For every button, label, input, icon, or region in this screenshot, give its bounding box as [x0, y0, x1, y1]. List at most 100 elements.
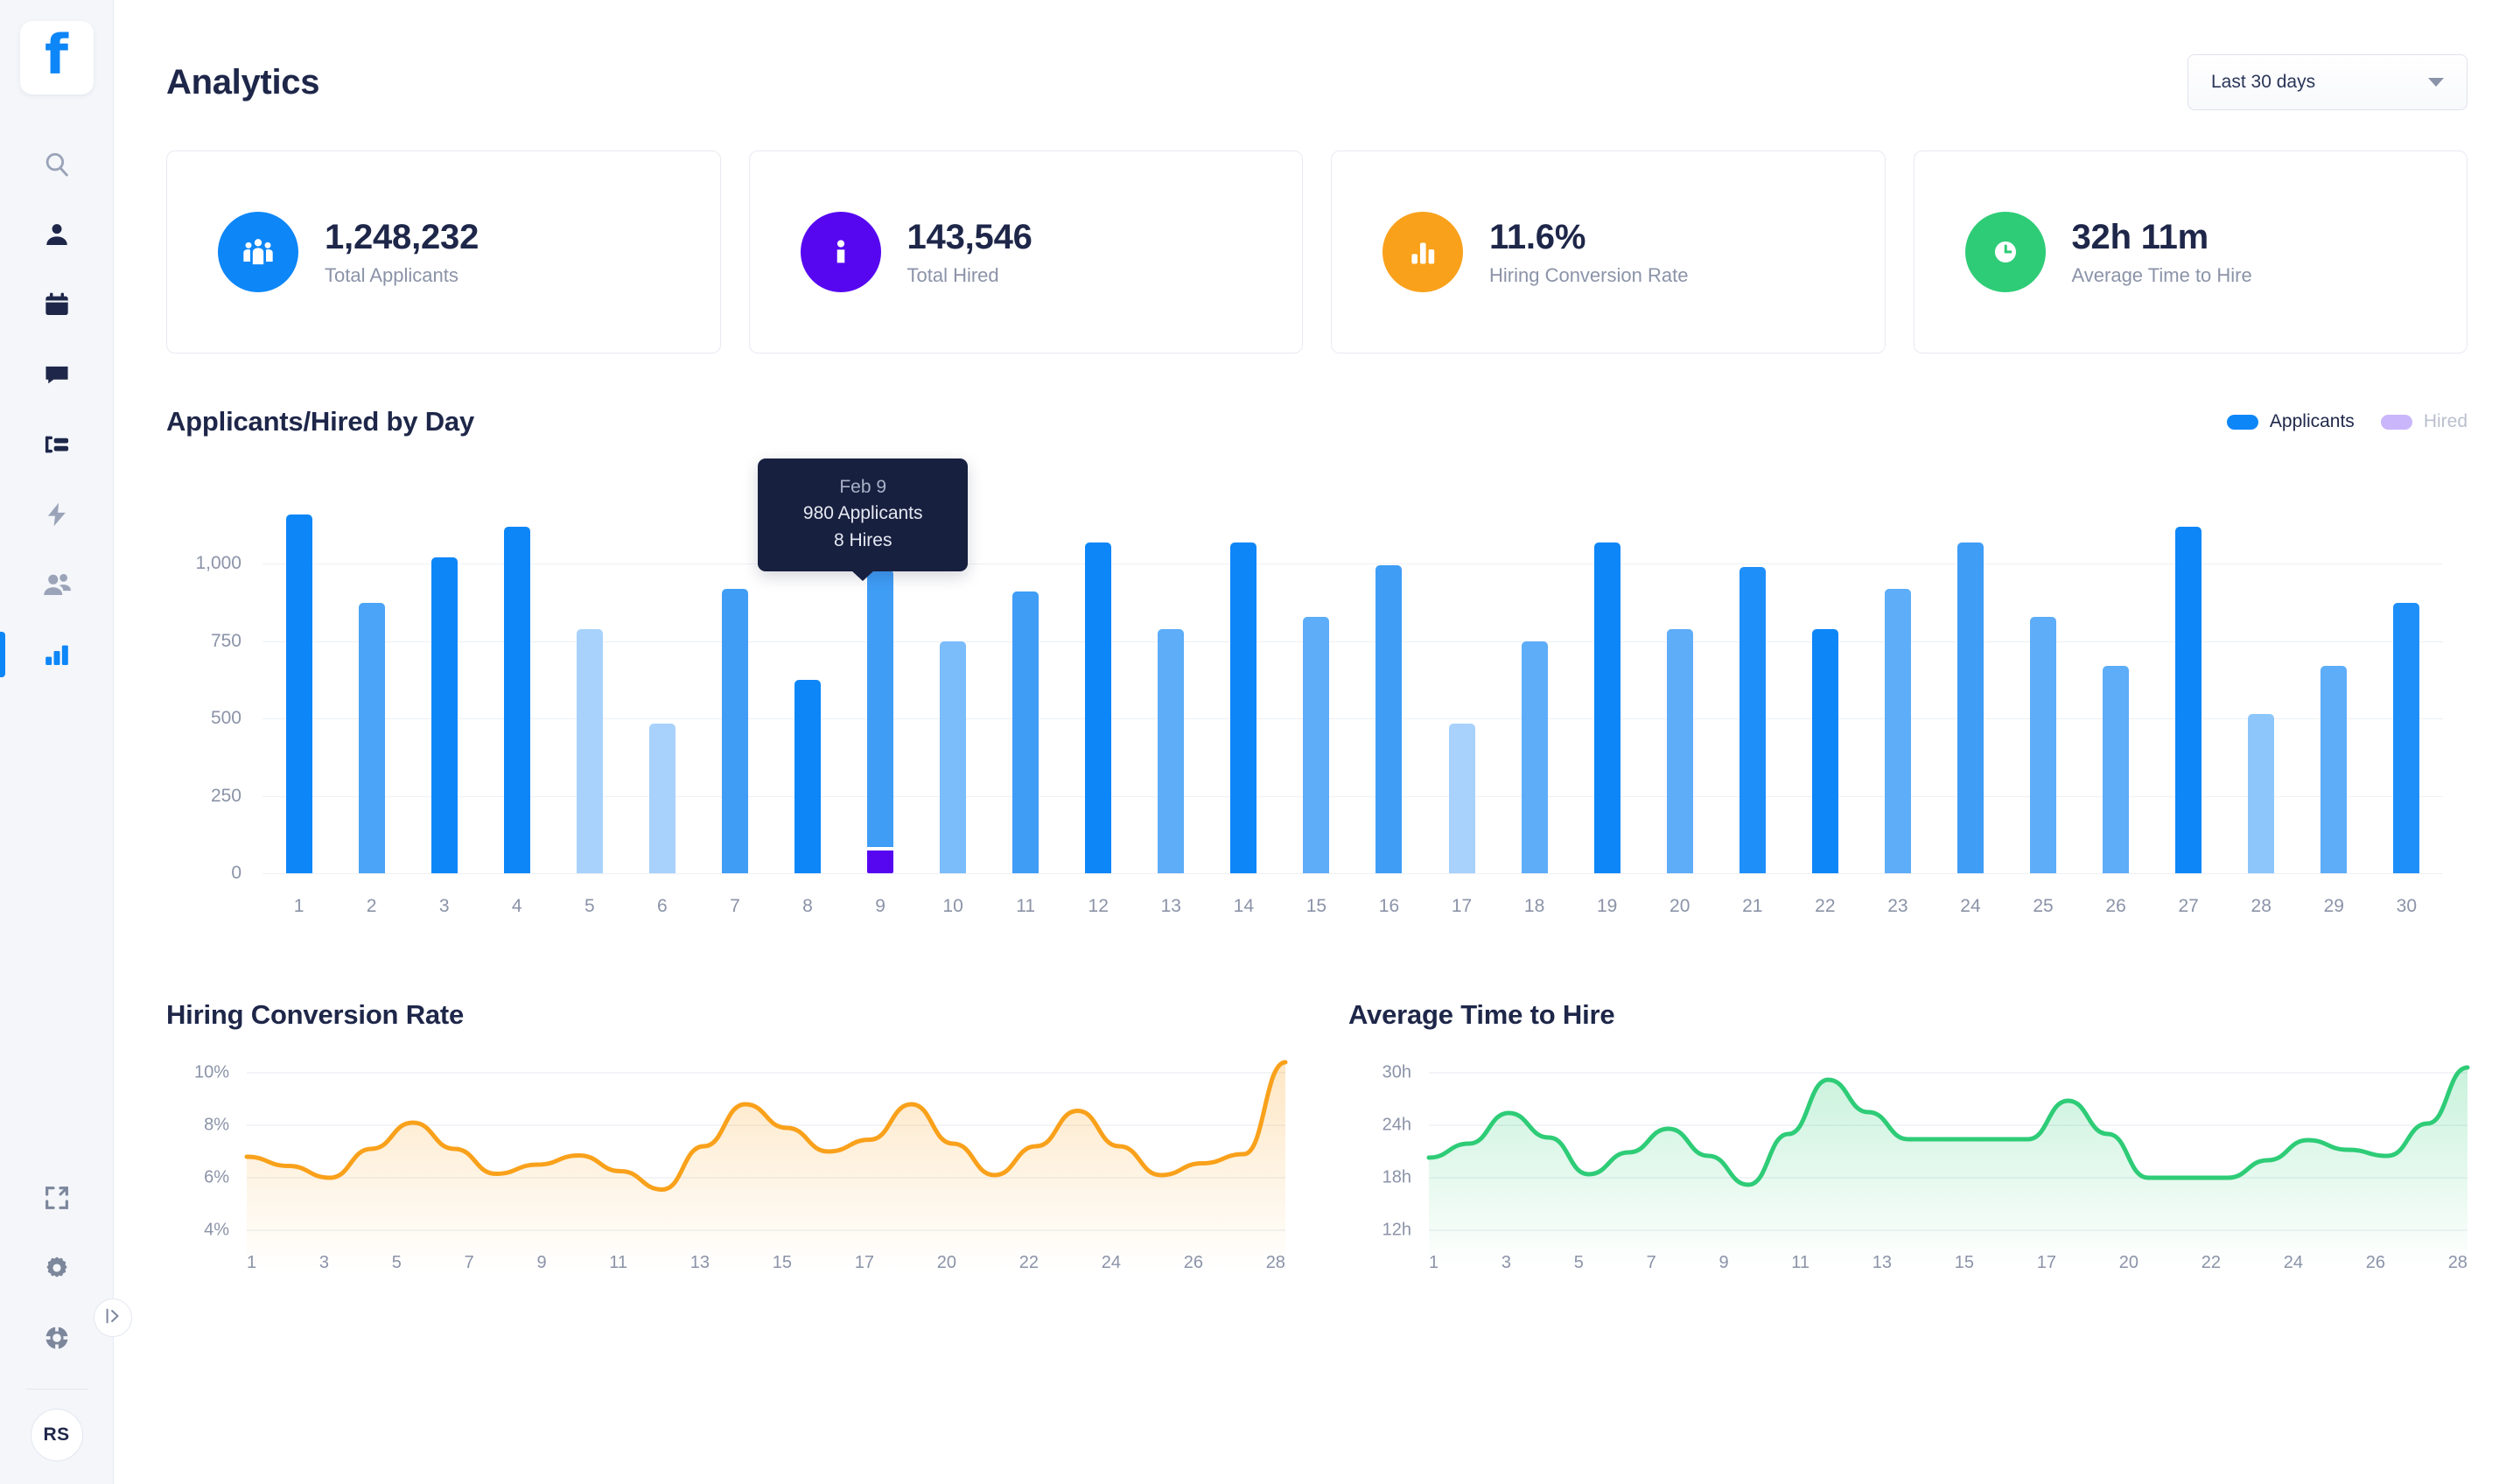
average-time-to-hire-section: Average Time to Hire 12h 18h 24h 30h 135791… — [1348, 999, 2470, 1274]
x-tick-label: 26 — [2105, 896, 2126, 916]
sidebar-item-fullscreen[interactable] — [0, 1163, 113, 1233]
y-tick-label: 250 — [210, 785, 242, 806]
x-tick-label: 9 — [1718, 1253, 1729, 1272]
list-icon — [43, 430, 71, 458]
x-tick-label: 20 — [936, 1253, 956, 1272]
kpi-label: Total Applicants — [325, 264, 458, 286]
conversion-svg — [244, 1060, 1288, 1270]
lightning-icon — [43, 500, 71, 528]
x-tick-label: 19 — [1596, 896, 1618, 916]
legend-item-applicants[interactable]: Applicants — [2226, 411, 2355, 432]
lower-charts: Hiring Conversion Rate 4% 6% 8% 10% 1 3 5 7 9 11… — [166, 999, 2470, 1274]
sidebar-nav — [0, 130, 113, 690]
x-tick-label: 30 — [2396, 896, 2418, 916]
x-tick-label: 28 — [1265, 1253, 1285, 1272]
date-range-select[interactable]: Last 30 days — [2188, 54, 2468, 110]
x-tick-label: 29 — [2323, 896, 2344, 916]
x-tick-label: 3 — [318, 1253, 329, 1272]
avatar[interactable]: RS — [30, 1409, 83, 1461]
kpi-value: 11.6% — [1489, 218, 1586, 256]
kpi-label: Total Hired — [906, 264, 999, 286]
gear-icon — [43, 1254, 71, 1282]
legend-item-hired[interactable]: Hired — [2380, 411, 2468, 432]
legend-label-hired: Hired — [2423, 411, 2468, 431]
x-tick-label: 27 — [2178, 896, 2199, 916]
chat-icon — [43, 360, 71, 388]
x-tick-label: 11 — [1016, 896, 1036, 916]
sidebar-item-calendar[interactable] — [0, 270, 113, 340]
y-tick-label: 500 — [210, 708, 242, 729]
bar-chart-icon — [43, 640, 71, 668]
y-tick-label: 750 — [210, 630, 242, 651]
x-tick-label: 7 — [464, 1253, 474, 1272]
x-tick-label: 25 — [2033, 896, 2054, 916]
x-tick-label: 1 — [293, 896, 304, 916]
x-tick-label: 9 — [536, 1253, 547, 1272]
page-title: Analytics — [166, 62, 320, 102]
y-tick-label: 0 — [231, 863, 242, 883]
search-icon — [42, 150, 72, 179]
chevron-down-icon — [2428, 78, 2444, 87]
bar-chart-y-axis: 0 250 500 750 1,000 — [166, 486, 242, 883]
bar-chart-icon — [1382, 212, 1463, 292]
time-chart-plot — [1426, 1065, 2470, 1270]
bar-chart-tooltip: Feb 9 980 Applicants 8 Hires — [758, 458, 969, 582]
x-tick-label: 4 — [511, 896, 522, 916]
kpi-value: 1,248,232 — [325, 218, 480, 256]
x-tick-label: 26 — [1183, 1253, 1203, 1272]
sidebar-item-pipeline[interactable] — [0, 410, 113, 480]
x-tick-label: 21 — [1742, 896, 1763, 916]
conversion-chart: 4% 6% 8% 10% 1 3 5 7 9 11 13 15 17 20 22 24 26 28 — [166, 1060, 1288, 1274]
bar-chart: 0 250 500 750 1,000 1 2 3 4 5 6 7 8 9 10 11 12 13 14 15 16 1… — [166, 458, 2468, 942]
sidebar-item-messages[interactable] — [0, 340, 113, 410]
applicants-hired-by-day-section: Applicants/Hired by Day Applicants Hired… — [166, 406, 2468, 942]
legend-swatch-applicants — [2226, 414, 2258, 430]
tooltip-arrow — [851, 570, 875, 582]
x-tick-label: 16 — [1378, 896, 1400, 916]
main-content: Analytics Last 30 days 1,248,232 Total A… — [114, 0, 2520, 1484]
y-tick-label: 10% — [193, 1062, 229, 1082]
x-tick-label: 26 — [2365, 1253, 2385, 1272]
x-tick-label: 24 — [1101, 1253, 1121, 1272]
sidebar-item-automations[interactable] — [0, 480, 113, 550]
bar-chart-x-axis: 1 2 3 4 5 6 7 8 9 10 11 12 13 14 15 16 17 18 19 20 21 22 23 24 2… — [262, 896, 2443, 917]
logo-glyph: f — [45, 23, 68, 87]
x-tick-label: 7 — [1646, 1253, 1656, 1272]
x-tick-label: 15 — [1954, 1253, 1975, 1272]
x-tick-label: 28 — [2250, 896, 2272, 916]
gridline — [262, 795, 2443, 797]
x-tick-label: 17 — [2036, 1253, 2057, 1272]
date-range-value: Last 30 days — [2211, 72, 2316, 92]
app-logo[interactable]: f — [19, 21, 94, 94]
x-tick-label: 14 — [1233, 896, 1255, 916]
x-tick-label: 28 — [2447, 1253, 2468, 1272]
bar-chart-legend: Applicants Hired — [2226, 411, 2468, 432]
x-tick-label: 8 — [802, 896, 813, 916]
x-tick-label: 10 — [942, 896, 963, 916]
sidebar-item-candidates[interactable] — [0, 200, 113, 270]
time-chart: 12h 18h 24h 30h 1 3 5 7 9 11 13 15 17 20 22 24 26 28 — [1348, 1063, 2470, 1274]
x-tick-label: 1 — [1429, 1253, 1439, 1272]
legend-swatch-hired — [2380, 414, 2412, 430]
y-tick-label: 6% — [204, 1167, 229, 1187]
x-tick-label: 24 — [1960, 896, 1981, 916]
sidebar-item-search[interactable] — [0, 130, 113, 200]
conversion-chart-title: Hiring Conversion Rate — [166, 999, 465, 1030]
y-tick-label: 1,000 — [195, 553, 242, 574]
conversion-chart-y-axis: 4% 6% 8% 10% — [166, 1063, 229, 1240]
people-icon — [42, 570, 72, 599]
sidebar-item-settings[interactable] — [0, 1233, 113, 1303]
bar-chart-title: Applicants/Hired by Day — [166, 406, 474, 437]
legend-label-applicants: Applicants — [2269, 411, 2355, 431]
sidebar-item-analytics[interactable] — [0, 620, 113, 690]
time-chart-y-axis: 12h 18h 24h 30h — [1348, 1063, 1411, 1240]
x-tick-label: 17 — [854, 1253, 875, 1272]
lifebuoy-icon — [43, 1324, 71, 1352]
x-tick-label: 24 — [2283, 1253, 2303, 1272]
y-tick-label: 12h — [1382, 1220, 1411, 1240]
x-tick-label: 11 — [609, 1253, 628, 1272]
sidebar-item-team[interactable] — [0, 550, 113, 620]
kpi-card-hiring-conversion-rate: 11.6% Hiring Conversion Rate — [1331, 150, 1886, 354]
conversion-chart-x-axis: 1 3 5 7 9 11 13 15 17 20 22 24 26 28 — [247, 1253, 1285, 1273]
x-tick-label: 6 — [657, 896, 668, 916]
